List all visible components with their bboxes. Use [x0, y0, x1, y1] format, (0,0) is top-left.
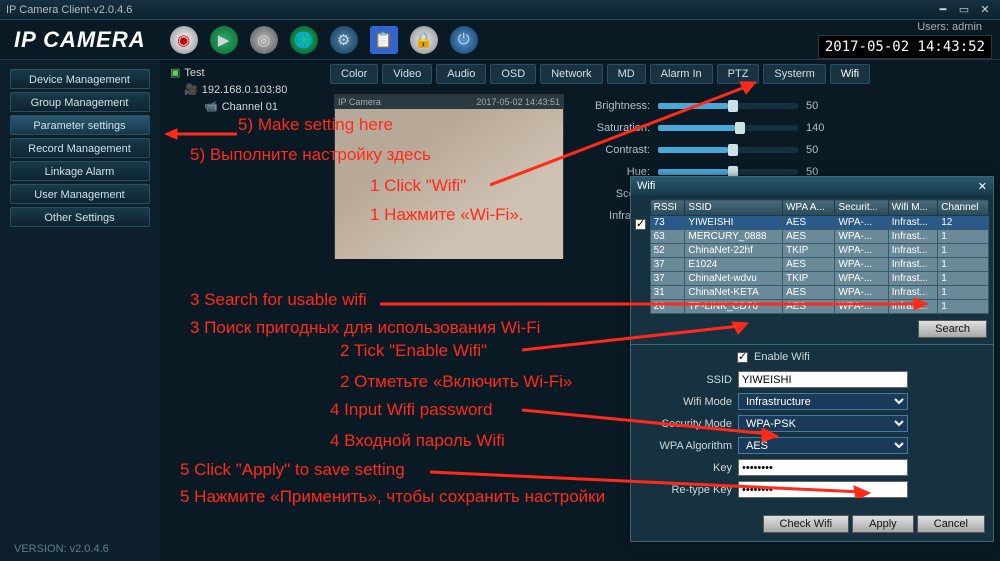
search-button[interactable]: Search: [918, 320, 987, 338]
tab-md[interactable]: MD: [607, 64, 646, 84]
disc-icon[interactable]: ◎: [250, 26, 278, 54]
tab-network[interactable]: Network: [540, 64, 602, 84]
sidebar-item-group-management[interactable]: Group Management: [10, 92, 150, 112]
user-label: Users: admin: [917, 21, 982, 33]
slider[interactable]: [658, 147, 798, 153]
enable-wifi-checkbox[interactable]: [737, 352, 748, 363]
wifi-row[interactable]: 26TP-LINK_CD76AESWPA-...Infrast...1: [650, 300, 988, 314]
logo: IP CAMERA: [14, 27, 146, 53]
wifi-row[interactable]: 73YIWEISHIAESWPA-...Infrast...12: [650, 216, 988, 230]
wifi-row[interactable]: 31ChinaNet-KETAAESWPA-...Infrast...1: [650, 286, 988, 300]
globe-icon[interactable]: 🌐: [290, 26, 318, 54]
tab-systerm[interactable]: Systerm: [763, 64, 825, 84]
close-icon[interactable]: ✕: [976, 3, 994, 17]
tab-video[interactable]: Video: [382, 64, 432, 84]
eye-icon[interactable]: ◉: [170, 26, 198, 54]
tab-osd[interactable]: OSD: [490, 64, 536, 84]
power-icon[interactable]: ⏻: [450, 26, 478, 54]
enable-wifi-label: Enable Wifi: [754, 351, 810, 363]
maximize-icon[interactable]: ▭: [955, 3, 973, 17]
sidebar-item-record-management[interactable]: Record Management: [10, 138, 150, 158]
wifi-select-checkbox[interactable]: [635, 219, 646, 230]
wifi-table[interactable]: RSSISSIDWPA A...Securit...Wifi M...Chann…: [650, 199, 989, 314]
security-mode-select[interactable]: WPA-PSK: [738, 415, 908, 432]
slider[interactable]: [658, 125, 798, 131]
sidebar-item-other-settings[interactable]: Other Settings: [10, 207, 150, 227]
titlebar: IP Camera Client-v2.0.4.6 ━ ▭ ✕: [0, 0, 1000, 20]
tab-wifi[interactable]: Wifi: [830, 64, 870, 84]
sidebar-item-device-management[interactable]: Device Management: [10, 69, 150, 89]
wifi-close-icon[interactable]: ✕: [978, 180, 987, 193]
tabs: ColorVideoAudioOSDNetworkMDAlarm InPTZSy…: [320, 60, 1000, 88]
clock: 2017-05-02 14:43:52: [818, 35, 992, 59]
device-tree: ▣Test 🎥192.168.0.103:80 📹Channel 01: [160, 60, 320, 561]
key-input[interactable]: [738, 459, 908, 476]
tree-ip[interactable]: 🎥192.168.0.103:80: [160, 81, 320, 98]
apply-button[interactable]: Apply: [852, 515, 914, 533]
tab-color[interactable]: Color: [330, 64, 378, 84]
wifi-row[interactable]: 37ChinaNet-wdvuTKIPWPA-...Infrast...1: [650, 272, 988, 286]
gear-icon[interactable]: ⚙: [330, 26, 358, 54]
sidebar-item-linkage-alarm[interactable]: Linkage Alarm: [10, 161, 150, 181]
wifi-row[interactable]: 37E1024AESWPA-...Infrast...1: [650, 258, 988, 272]
retype-key-input[interactable]: [738, 481, 908, 498]
log-icon[interactable]: 📋: [370, 26, 398, 54]
play-icon[interactable]: ▶: [210, 26, 238, 54]
wifi-row[interactable]: 63MERCURY_0888AESWPA-...Infrast...1: [650, 230, 988, 244]
wpa-algorithm-select[interactable]: AES: [738, 437, 908, 454]
lock-icon[interactable]: 🔒: [410, 26, 438, 54]
cancel-button[interactable]: Cancel: [917, 515, 985, 533]
check-wifi-button[interactable]: Check Wifi: [763, 515, 850, 533]
wifi-row[interactable]: 52ChinaNet-22hfTKIPWPA-...Infrast...1: [650, 244, 988, 258]
tab-audio[interactable]: Audio: [436, 64, 486, 84]
wifi-form: Enable Wifi SSID Wifi ModeInfrastructure…: [631, 344, 993, 509]
sidebar-item-user-management[interactable]: User Management: [10, 184, 150, 204]
ssid-input[interactable]: [738, 371, 908, 388]
version: VERSION: v2.0.4.6: [14, 543, 109, 555]
tab-ptz[interactable]: PTZ: [717, 64, 760, 84]
slider[interactable]: [658, 103, 798, 109]
wifi-list: RSSISSIDWPA A...Securit...Wifi M...Chann…: [631, 195, 993, 318]
sidebar-item-parameter-settings[interactable]: Parameter settings: [10, 115, 150, 135]
header: IP CAMERA ◉ ▶ ◎ 🌐 ⚙ 📋 🔒 ⏻ Users: admin 2…: [0, 20, 1000, 60]
sidebar: Device Management Group Management Paramet…: [0, 60, 160, 561]
wifi-mode-select[interactable]: Infrastructure: [738, 393, 908, 410]
wifi-window: Wifi ✕ RSSISSIDWPA A...Securit...Wifi M.…: [630, 176, 994, 542]
wifi-window-header[interactable]: Wifi ✕: [631, 177, 993, 195]
toolbar: ◉ ▶ ◎ 🌐 ⚙ 📋 🔒 ⏻: [170, 26, 478, 54]
slider[interactable]: [658, 169, 798, 175]
video-preview: IP Camera2017-05-02 14:43:51: [334, 94, 564, 259]
tab-alarm in[interactable]: Alarm In: [650, 64, 713, 84]
window-title: IP Camera Client-v2.0.4.6: [6, 4, 132, 16]
tree-root[interactable]: ▣Test: [160, 64, 320, 81]
tree-channel[interactable]: 📹Channel 01: [160, 98, 320, 115]
minimize-icon[interactable]: ━: [934, 3, 952, 17]
